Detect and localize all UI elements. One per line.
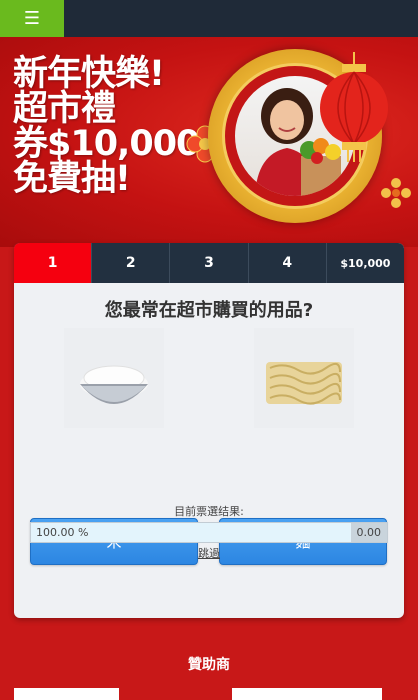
skip-link[interactable]: 跳過: [14, 545, 404, 561]
headline-line: 新年快樂!: [13, 54, 165, 94]
flower-icon: [381, 178, 411, 208]
hamburger-icon: ☰: [23, 8, 41, 29]
question-text: 您最常在超市購買的用品?: [104, 300, 314, 321]
step-3: 3: [170, 243, 249, 283]
result-label: 目前票選结果:: [174, 505, 244, 518]
quiz-card: 1 2 3 4 $10,000 您最常在超市購買的用品? 米 麵 目前票選结果:…: [14, 243, 404, 618]
sponsor-strip: [14, 688, 404, 700]
hero-banner: 新年快樂! 超市禮 券$10,000 免費抽!: [0, 37, 418, 247]
menu-button[interactable]: ☰: [0, 0, 64, 37]
step-4: 4: [249, 243, 327, 283]
headline-line: 券$10,000: [13, 124, 200, 164]
result-right-value: 0.00: [356, 526, 382, 539]
result-bar: 100.00 % 0.00: [30, 522, 388, 543]
step-prize: $10,000: [340, 256, 391, 270]
step-1: 1: [14, 243, 93, 283]
sponsors-title: 贊助商: [188, 657, 230, 673]
result-fill: 100.00 %: [31, 523, 351, 542]
top-bar: ☰: [0, 0, 418, 37]
rice-bowl-image: [64, 328, 164, 428]
step-2: 2: [92, 243, 171, 283]
headline-line: 免費抽!: [13, 159, 131, 199]
sponsor-logo-left[interactable]: [14, 688, 119, 700]
hero-headline: 新年快樂! 超市禮 券$10,000 免費抽!: [13, 57, 203, 197]
sponsor-logo-right[interactable]: [232, 688, 382, 700]
headline-line: 超市禮: [13, 89, 116, 129]
lantern-icon: [320, 52, 388, 162]
noodles-image: [254, 328, 354, 428]
step-tabs: 1 2 3 4 $10,000: [14, 243, 404, 283]
